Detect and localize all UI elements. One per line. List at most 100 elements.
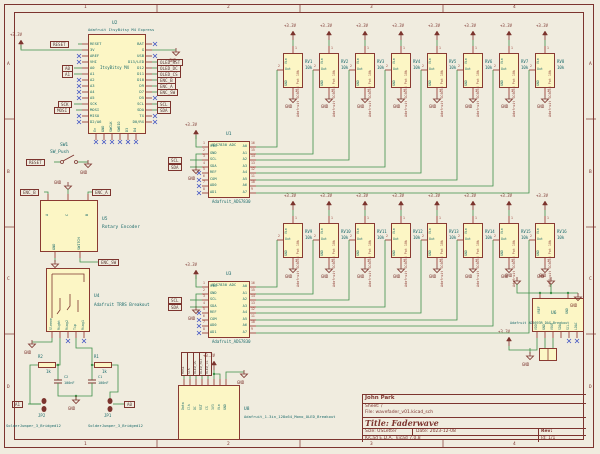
net-label-mosi[interactable]: MOSI (54, 107, 70, 114)
mcu-pin-name: MISO (90, 114, 99, 118)
jumper-value-jp1: SolderJumper_3_Bridged12 (88, 424, 143, 428)
adc-pin-number: 15 (251, 149, 255, 152)
adc-pin-number: 10 (251, 181, 255, 184)
oled-symbol[interactable] (178, 385, 240, 440)
dac-pin-name: VDD (535, 324, 538, 330)
v33-power-label: +3.3V (500, 194, 512, 198)
mcu-pin-name: D5 (114, 96, 144, 100)
pot-pin-name: GND (429, 250, 432, 256)
pot-pin-number: 2 (422, 65, 424, 68)
adc-pin-number: 13 (251, 302, 255, 305)
net-label-enc_b[interactable]: ENC_B (20, 189, 39, 196)
adc-pin-number: 10 (251, 321, 255, 324)
encoder-pin-name: B (86, 214, 90, 216)
dac-ref: U6 (551, 312, 556, 317)
net-label-sda[interactable]: SDA (157, 107, 171, 114)
adc-pin-name: A6 (230, 184, 247, 188)
mcu-pin-name: SDA (114, 108, 144, 112)
v33-power-label: +3.3V (185, 263, 197, 267)
encoder-pin-name: C (66, 214, 70, 216)
adc-pin-name: A3 (230, 165, 247, 169)
adc-pin-number: 1 (203, 142, 205, 145)
gnd-power-label: GND (465, 105, 472, 109)
encoder-symbol[interactable] (40, 200, 98, 252)
adc-pin-number: 15 (251, 289, 255, 292)
trrs-pin-name: Ring2 (66, 320, 69, 330)
net-label-a1[interactable]: A1 (12, 401, 23, 408)
pot-part-text: Adafruit SC6035 Pot 10k (405, 240, 408, 287)
pot-pin-name: Vin (357, 228, 360, 234)
v33-power-label: +3.3V (536, 194, 548, 198)
trrs-value: Adafruit TRRS Breakout (94, 303, 149, 307)
pot-pin-number: 2 (386, 235, 388, 238)
gnd-power-label: GND (80, 171, 87, 175)
mcu-pin-name: D12 (114, 66, 144, 70)
pot-pin-name: Vin (465, 58, 468, 64)
gnd-power-label: GND (188, 317, 195, 321)
adc-pin-name: A7 (230, 331, 247, 335)
gnd-power-label: GND (522, 363, 529, 367)
pot-pin-name: GND (285, 80, 288, 86)
frame-row-label: D (7, 386, 10, 391)
pot-pin-number: 1 (367, 47, 369, 50)
gnd-power-label: GND (537, 105, 544, 109)
net-label-reset[interactable]: RESET (26, 159, 45, 166)
gnd-power-label: GND (321, 275, 328, 279)
pot-value: 10k (449, 66, 456, 70)
pot-part-text: Adafruit SC6035 Pot 10k (405, 70, 408, 117)
net-label-sda[interactable]: SDA (168, 164, 182, 171)
frame-col-label: 3 (370, 6, 373, 11)
adc-pin-number: 16 (251, 142, 255, 145)
encoder-pin-name: SWITCH (78, 237, 82, 250)
net-label-a1[interactable]: A1 (62, 71, 73, 78)
adc-pin-number: 8 (203, 328, 205, 331)
adc-pin-name: COM (210, 178, 217, 182)
dac-pin-name: VOUT (551, 322, 554, 330)
pot-pin-number: 2 (350, 235, 352, 238)
mcu-pin-name: D11 (114, 72, 144, 76)
net-label-enc_sw[interactable]: ENC_SW (157, 89, 178, 96)
resistor-r1[interactable] (94, 362, 112, 368)
v33-power-label: +3.3V (392, 194, 404, 198)
net-label-a0[interactable]: A0 (124, 401, 135, 408)
resistor-value: 1k (46, 370, 51, 374)
adc-pin-name: SCL (210, 298, 217, 302)
gnd-power-label: GND (321, 105, 328, 109)
v33-power-label: +3.3V (498, 330, 510, 334)
adc-pin-number: 9 (251, 328, 253, 331)
audio-connector[interactable] (539, 348, 557, 361)
dac-pin-name: SDA (559, 324, 562, 330)
adc-pin-number: 16 (251, 282, 255, 285)
adc-pin-name: A7 (230, 191, 247, 195)
pot-pin-number: 2 (350, 65, 352, 68)
pot-pin-name: Vin (429, 228, 432, 234)
pot-pin-name: Out (285, 238, 291, 241)
net-label-scl[interactable]: SCL (168, 157, 182, 164)
gnd-power-label: GND (24, 351, 31, 355)
pot-pin-name: GND (393, 250, 396, 256)
pot-value: 10k (341, 66, 348, 70)
pot-pin-number: 2 (458, 65, 460, 68)
net-label-enc_sw[interactable]: ENC_SW (98, 259, 119, 266)
adc-pin-name: A3 (230, 305, 247, 309)
pot-pin-name: Out (321, 238, 327, 241)
pot-value: 10k (377, 66, 384, 70)
resistor-r2[interactable] (38, 362, 56, 368)
frame-row-label: C (7, 278, 10, 283)
adc-pin-name: A2 (230, 298, 247, 302)
pot-pin-number: 1 (367, 217, 369, 220)
oled-pin-name: CS (206, 406, 209, 410)
frame-row-label: A (589, 63, 592, 68)
adc-pin-name: GND (210, 292, 217, 296)
mcu-pin-name: RESET (90, 42, 101, 46)
pot-pin-name: Vin (501, 58, 504, 64)
net-label-enc_a[interactable]: ENC_A (92, 189, 111, 196)
switch-value: SW_Push (50, 151, 69, 156)
net-label-sda[interactable]: SDA (168, 304, 182, 311)
frame-col-label: 3 (370, 443, 373, 448)
pot-pin-name: Out (537, 68, 543, 71)
net-label-reset[interactable]: RESET (50, 41, 69, 48)
net-label-scl[interactable]: SCL (168, 297, 182, 304)
pot-ref: RV1 (305, 60, 312, 64)
gnd-power-label: GND (54, 181, 61, 185)
